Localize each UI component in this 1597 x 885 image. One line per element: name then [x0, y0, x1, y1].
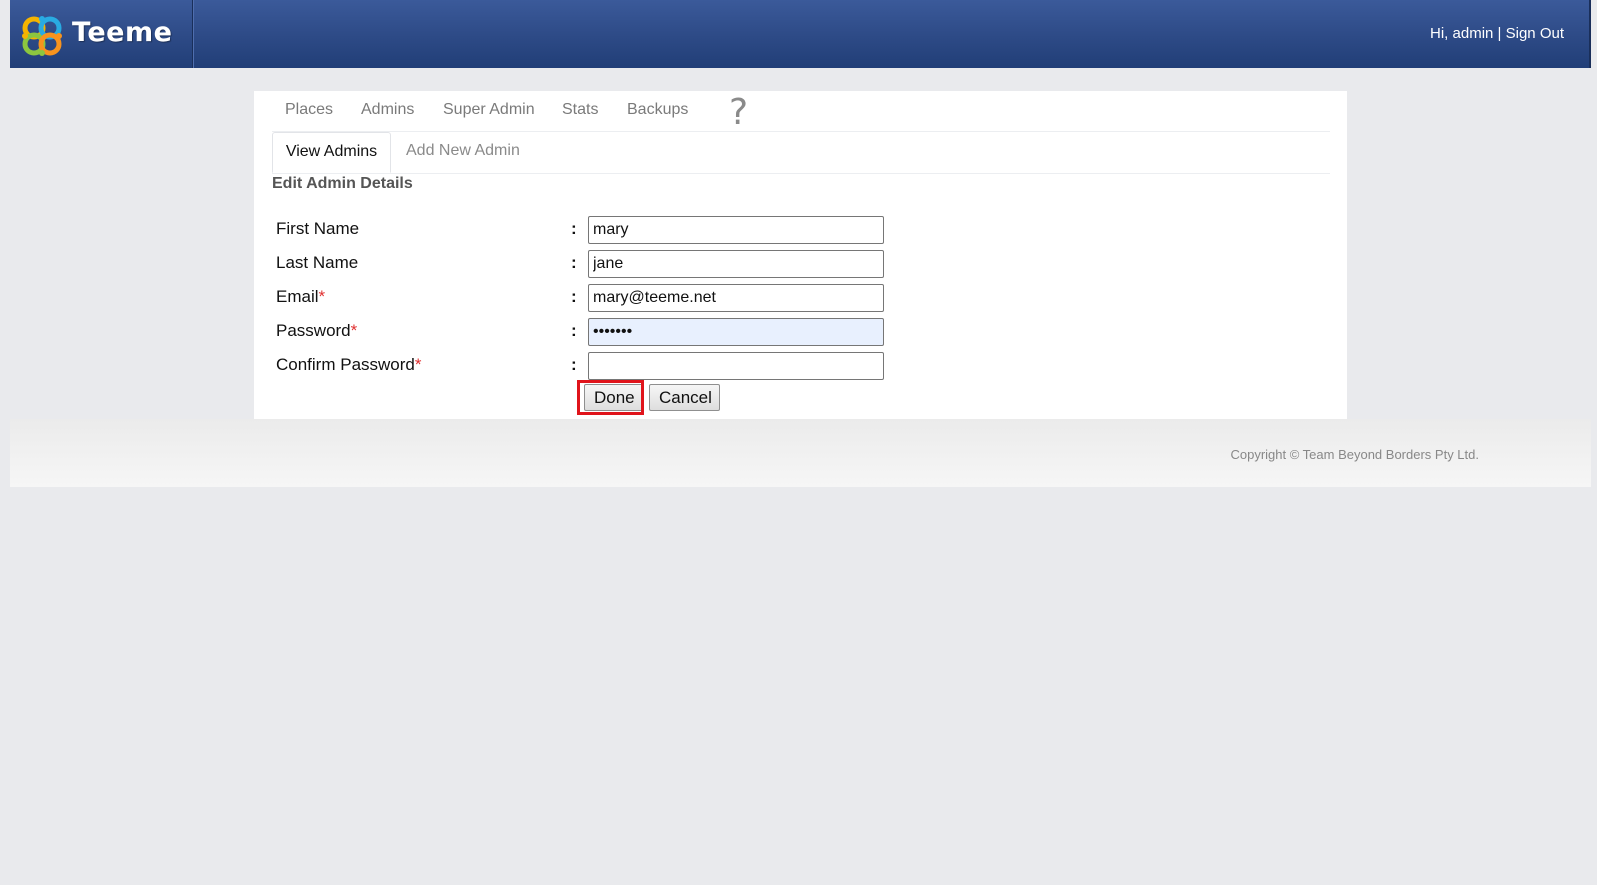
confirm-password-label: Confirm Password*	[276, 355, 422, 375]
footer: Copyright © Team Beyond Borders Pty Ltd.	[10, 419, 1591, 487]
email-colon: :	[571, 287, 577, 306]
confirm-password-input[interactable]	[588, 352, 884, 380]
user-area: Hi, admin | Sign Out	[1430, 25, 1564, 42]
first-name-input[interactable]	[588, 216, 884, 244]
logo[interactable]: Teeme	[10, 0, 193, 68]
sub-nav: View Admins Add New Admin	[272, 132, 1330, 174]
copyright-text: Copyright © Team Beyond Borders Pty Ltd.	[1230, 447, 1479, 462]
first-name-label: First Name	[276, 219, 360, 238]
teeme-logo-icon	[22, 16, 62, 56]
password-required-mark: *	[350, 321, 358, 340]
nav-item-super-admin[interactable]: Super Admin	[443, 101, 535, 119]
last-name-colon: :	[571, 253, 577, 272]
password-colon: :	[571, 321, 577, 340]
email-input[interactable]	[588, 284, 884, 312]
password-label: Password*	[276, 321, 357, 341]
form-row-password: Password* :	[276, 318, 884, 346]
form-row-confirm-password: Confirm Password* :	[276, 352, 884, 380]
form-row-first-name: First Name :	[276, 216, 884, 244]
last-name-label: Last Name	[276, 253, 359, 272]
password-input[interactable]	[588, 318, 884, 346]
nav-item-places[interactable]: Places	[285, 101, 333, 119]
nav-item-backups[interactable]: Backups	[627, 101, 688, 119]
email-label: Email*	[276, 287, 325, 307]
tab-view-admins[interactable]: View Admins	[272, 132, 391, 173]
main-panel: Places Admins Super Admin Stats Backups …	[254, 91, 1347, 419]
email-required-mark: *	[318, 287, 326, 306]
top-header: Teeme Hi, admin | Sign Out	[10, 0, 1591, 68]
sign-out-link[interactable]: Sign Out	[1506, 25, 1564, 42]
confirm-password-required-mark: *	[414, 355, 422, 374]
help-icon[interactable]: ?	[729, 92, 748, 133]
greeting: Hi, admin	[1430, 25, 1494, 42]
first-name-colon: :	[571, 219, 577, 238]
main-nav: Places Admins Super Admin Stats Backups …	[272, 91, 1330, 133]
nav-item-admins[interactable]: Admins	[361, 101, 414, 119]
nav-item-stats[interactable]: Stats	[562, 101, 598, 119]
cancel-button[interactable]: Cancel	[649, 384, 720, 411]
tab-add-new-admin[interactable]: Add New Admin	[406, 132, 520, 173]
page-title: Edit Admin Details	[272, 175, 413, 192]
logo-text: Teeme	[72, 17, 173, 48]
confirm-password-label-text: Confirm Password	[276, 355, 415, 374]
header-separator: |	[1497, 25, 1502, 42]
done-button[interactable]: Done	[584, 384, 644, 411]
confirm-password-colon: :	[571, 355, 577, 374]
form-row-last-name: Last Name :	[276, 250, 884, 278]
password-label-text: Password	[276, 321, 351, 340]
form-row-email: Email* :	[276, 284, 884, 312]
last-name-input[interactable]	[588, 250, 884, 278]
email-label-text: Email	[276, 287, 319, 306]
